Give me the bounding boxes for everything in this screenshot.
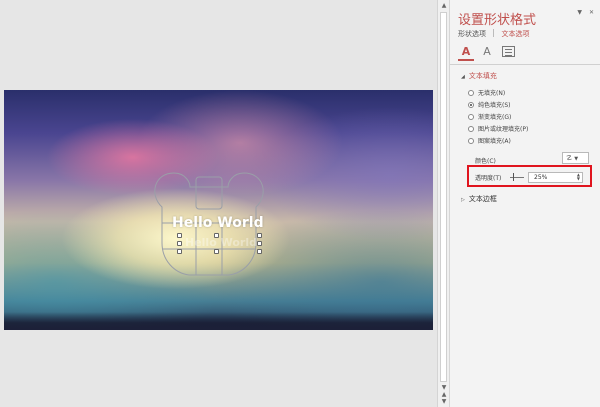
radio-label: 图案填充(A) bbox=[478, 138, 511, 145]
tab-shape-options[interactable]: 形状选项 bbox=[458, 29, 486, 39]
radio-pattern-fill[interactable]: 图案填充(A) bbox=[468, 136, 511, 145]
section-text-outline[interactable]: ▷ 文本边框 bbox=[461, 194, 497, 204]
pane-tabs: 形状选项 文本选项 bbox=[458, 29, 529, 39]
radio-no-fill[interactable]: 无填充(N) bbox=[468, 88, 505, 97]
selection-handle[interactable] bbox=[257, 233, 262, 238]
radio-label: 图片或纹理填充(P) bbox=[478, 126, 529, 133]
textbox-icon[interactable] bbox=[502, 46, 515, 57]
close-icon[interactable]: ✕ bbox=[589, 9, 594, 16]
section-text-fill[interactable]: ◢ 文本填充 bbox=[461, 71, 497, 81]
radio-label: 无填充(N) bbox=[478, 90, 506, 97]
format-shape-pane: 设置形状格式 ▼ ✕ 形状选项 文本选项 A A ◢ 文本填充 无填充(N) 纯色… bbox=[449, 0, 600, 407]
radio-circle-selected[interactable] bbox=[468, 102, 474, 108]
tab-text-options[interactable]: 文本选项 bbox=[501, 29, 529, 39]
section-text-fill-label: 文本填充 bbox=[468, 72, 497, 80]
radio-solid-fill[interactable]: 纯色填充(S) bbox=[468, 100, 511, 109]
pane-divider bbox=[450, 64, 600, 65]
radio-circle[interactable] bbox=[468, 126, 474, 132]
radio-picture-texture-fill[interactable]: 图片或纹理填充(P) bbox=[468, 124, 528, 133]
expand-triangle-icon: ▷ bbox=[461, 197, 465, 203]
radio-circle[interactable] bbox=[468, 90, 474, 96]
selection-handle[interactable] bbox=[214, 249, 219, 254]
radio-circle[interactable] bbox=[468, 138, 474, 144]
slide-cloud-bottom bbox=[4, 312, 433, 330]
color-picker-button[interactable]: ☡ ▼ bbox=[562, 152, 589, 164]
chevron-down-icon: ▼ bbox=[574, 156, 579, 162]
slide-canvas-area: Hello World Hello World bbox=[0, 0, 437, 407]
collapse-triangle-icon: ◢ bbox=[461, 74, 465, 80]
selection-handle[interactable] bbox=[214, 233, 219, 238]
text-options-icon-row: A A bbox=[458, 44, 528, 62]
scrollbar-thumb[interactable] bbox=[440, 12, 447, 382]
radio-circle[interactable] bbox=[468, 114, 474, 120]
pane-title: 设置形状格式 bbox=[458, 13, 537, 28]
transparency-highlight-box bbox=[467, 165, 592, 187]
text-effects-icon[interactable]: A bbox=[479, 44, 495, 60]
section-text-outline-label: 文本边框 bbox=[468, 195, 497, 203]
vertical-scrollbar[interactable]: ▲ ▼ ▲ ▼ bbox=[437, 0, 449, 407]
selection-handle[interactable] bbox=[177, 241, 182, 246]
paint-bucket-icon: ☡ bbox=[566, 154, 573, 162]
radio-label: 渐变填充(G) bbox=[478, 114, 512, 121]
tab-separator bbox=[493, 29, 495, 37]
radio-gradient-fill[interactable]: 渐变填充(G) bbox=[468, 112, 511, 121]
text-fill-outline-icon[interactable]: A bbox=[458, 44, 474, 61]
pane-controls: ▼ ✕ bbox=[572, 9, 594, 16]
selection-handle[interactable] bbox=[257, 249, 262, 254]
radio-label: 纯色填充(S) bbox=[478, 102, 511, 109]
color-label: 颜色(C) bbox=[475, 158, 496, 165]
selection-handle[interactable] bbox=[257, 241, 262, 246]
hello-world-text[interactable]: Hello World bbox=[172, 215, 264, 231]
selection-handle[interactable] bbox=[177, 249, 182, 254]
pane-options-dropdown-icon[interactable]: ▼ bbox=[577, 9, 582, 16]
slide[interactable]: Hello World Hello World bbox=[4, 90, 433, 330]
selection-handle[interactable] bbox=[177, 233, 182, 238]
hello-world-reflection: Hello World bbox=[185, 236, 257, 249]
